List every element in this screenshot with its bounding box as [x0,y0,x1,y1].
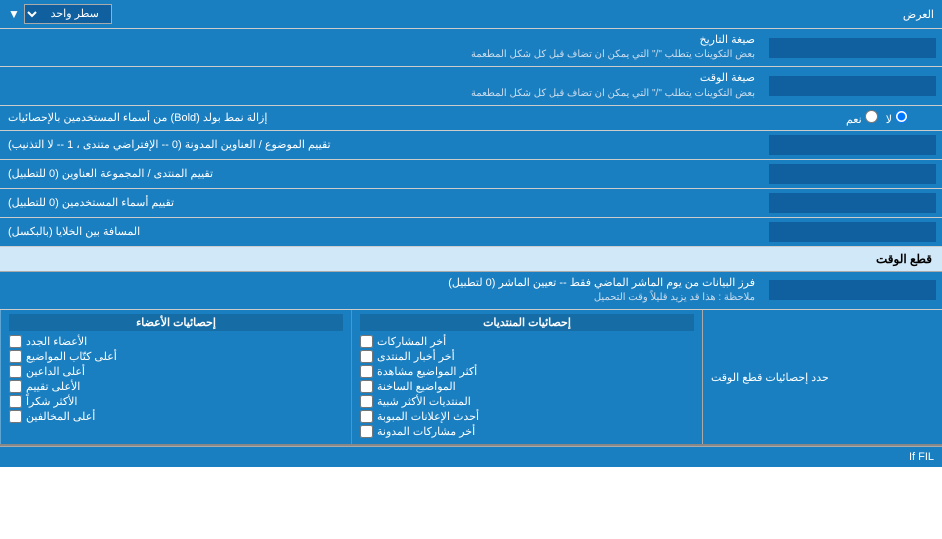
check-item-most-viewed: أكثر المواضيع مشاهدة [360,365,694,378]
date-format-input-cell: d-m [763,29,942,66]
checkbox-most-similar[interactable] [360,395,373,408]
checkbox-top-violators[interactable] [9,410,22,423]
member-stats-header: إحصائيات الأعضاء [9,314,343,331]
check-item-classifieds: أحدث الإعلانات المبوبة [360,410,694,423]
top-label: العرض [903,8,934,21]
check-item-top-rated: الأعلى تقييم [9,380,343,393]
cutoff-label: فرز البيانات من يوم الماشر الماضي فقط --… [0,272,763,309]
checkbox-forum-news[interactable] [360,350,373,363]
check-item-blog-posts: أخر مشاركات المدونة [360,425,694,438]
radio-no[interactable] [895,110,908,123]
forum-sort-input[interactable]: 33 [769,164,936,184]
bold-remove-label: إزالة نمط بولد (Bold) من أسماء المستخدمي… [0,106,812,130]
radio-no-label: لا [886,110,908,126]
cutoff-section-header: قطع الوقت [0,247,942,272]
date-format-input[interactable]: d-m [769,38,936,58]
cell-spacing-input[interactable]: 2 [769,222,936,242]
checkbox-shares[interactable] [360,335,373,348]
radio-yes[interactable] [865,110,878,123]
check-item-new-members: الأعضاء الجدد [9,335,343,348]
top-dropdown-container: سطر واحدسطرانثلاثة أسطر ▼ [8,4,112,24]
forum-sort-label: تقييم المنتدى / المجموعة العناوين (0 للت… [0,160,763,188]
time-format-input[interactable]: H:i [769,76,936,96]
cell-spacing-label: المسافة بين الخلايا (بالبكسل) [0,218,763,246]
time-format-input-cell: H:i [763,67,942,104]
check-item-top-posters: أعلى كتّاب المواضيع [9,350,343,363]
checkbox-top-posters[interactable] [9,350,22,363]
time-format-row: H:i صيغة الوقت بعض التكوينات يتطلب "/" ا… [0,67,942,105]
check-item-hot-topics: المواضيع الساخنة [360,380,694,393]
check-item-shares: أخر المشاركات [360,335,694,348]
dropdown-arrow-icon: ▼ [8,7,20,21]
cutoff-row: 0 فرز البيانات من يوم الماشر الماضي فقط … [0,272,942,310]
topic-sort-label: تقييم الموضوع / العناوين المدونة (0 -- ا… [0,131,763,159]
cell-spacing-input-cell: 2 [763,218,942,246]
forum-stats-header: إحصائيات المنتديات [360,314,694,331]
checkbox-new-members[interactable] [9,335,22,348]
display-dropdown[interactable]: سطر واحدسطرانثلاثة أسطر [24,4,112,24]
top-row: العرض سطر واحدسطرانثلاثة أسطر ▼ [0,0,942,29]
radio-yes-label: نعم [846,110,878,126]
checkbox-most-thanked[interactable] [9,395,22,408]
forum-sort-input-cell: 33 [763,160,942,188]
checkbox-top-rated[interactable] [9,380,22,393]
user-sort-input-cell: 0 [763,189,942,217]
stats-limit-label: حدد إحصائيات قطع الوقت [702,310,942,444]
bold-remove-row: لا نعم إزالة نمط بولد (Bold) من أسماء ال… [0,106,942,131]
checkbox-classifieds[interactable] [360,410,373,423]
check-item-top-violators: أعلى المخالفين [9,410,343,423]
bottom-note: If FIL [0,446,942,467]
topic-sort-input[interactable]: 33 [769,135,936,155]
checkbox-top-inviters[interactable] [9,365,22,378]
user-sort-row: 0 تقييم أسماء المستخدمين (0 للتطبيل) [0,189,942,218]
topic-sort-input-cell: 33 [763,131,942,159]
check-item-top-inviters: أعلى الداعين [9,365,343,378]
user-sort-label: تقييم أسماء المستخدمين (0 للتطبيل) [0,189,763,217]
cutoff-input-cell: 0 [763,272,942,309]
member-stats-col: إحصائيات الأعضاء الأعضاء الجدد أعلى كتّا… [0,310,351,444]
checkbox-blog-posts[interactable] [360,425,373,438]
checkboxes-section: حدد إحصائيات قطع الوقت إحصائيات المنتديا… [0,310,942,446]
check-item-forum-news: أخر أخبار المنتدى [360,350,694,363]
cell-spacing-row: 2 المسافة بين الخلايا (بالبكسل) [0,218,942,247]
checkbox-most-viewed[interactable] [360,365,373,378]
check-item-most-similar: المنتديات الأكثر شبية [360,395,694,408]
user-sort-input[interactable]: 0 [769,193,936,213]
time-format-label: صيغة الوقت بعض التكوينات يتطلب "/" التي … [0,67,763,104]
checkbox-columns: إحصائيات المنتديات أخر المشاركات أخر أخب… [0,310,702,444]
forum-stats-col: إحصائيات المنتديات أخر المشاركات أخر أخب… [351,310,702,444]
cutoff-input[interactable]: 0 [769,280,936,300]
check-item-most-thanked: الأكثر شكراً [9,395,343,408]
date-format-row: d-m صيغة التاريخ بعض التكوينات يتطلب "/"… [0,29,942,67]
topic-sort-row: 33 تقييم الموضوع / العناوين المدونة (0 -… [0,131,942,160]
date-format-label: صيغة التاريخ بعض التكوينات يتطلب "/" الت… [0,29,763,66]
forum-sort-row: 33 تقييم المنتدى / المجموعة العناوين (0 … [0,160,942,189]
bold-radio-cell: لا نعم [812,106,942,130]
checkbox-hot-topics[interactable] [360,380,373,393]
